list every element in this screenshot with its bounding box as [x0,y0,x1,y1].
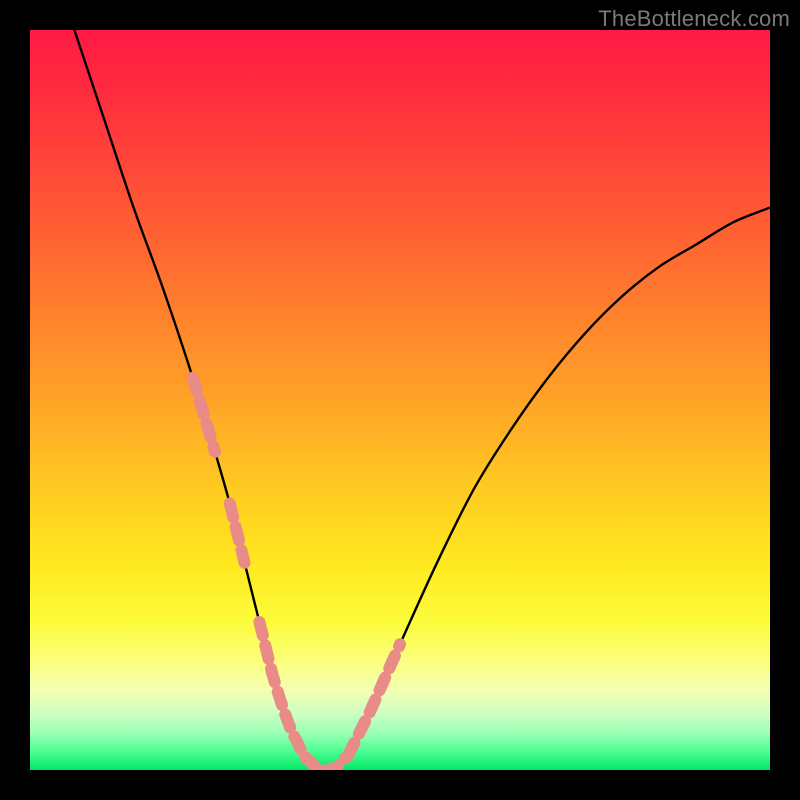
marker-segment [348,644,400,755]
marker-segment [193,378,215,452]
curve-svg [30,30,770,770]
bottleneck-curve [74,30,770,770]
chart-frame: TheBottleneck.com [0,0,800,800]
plot-area [30,30,770,770]
marker-segment [259,622,348,770]
curve-markers [193,378,400,770]
marker-segment [230,504,245,563]
watermark-text: TheBottleneck.com [598,6,790,32]
